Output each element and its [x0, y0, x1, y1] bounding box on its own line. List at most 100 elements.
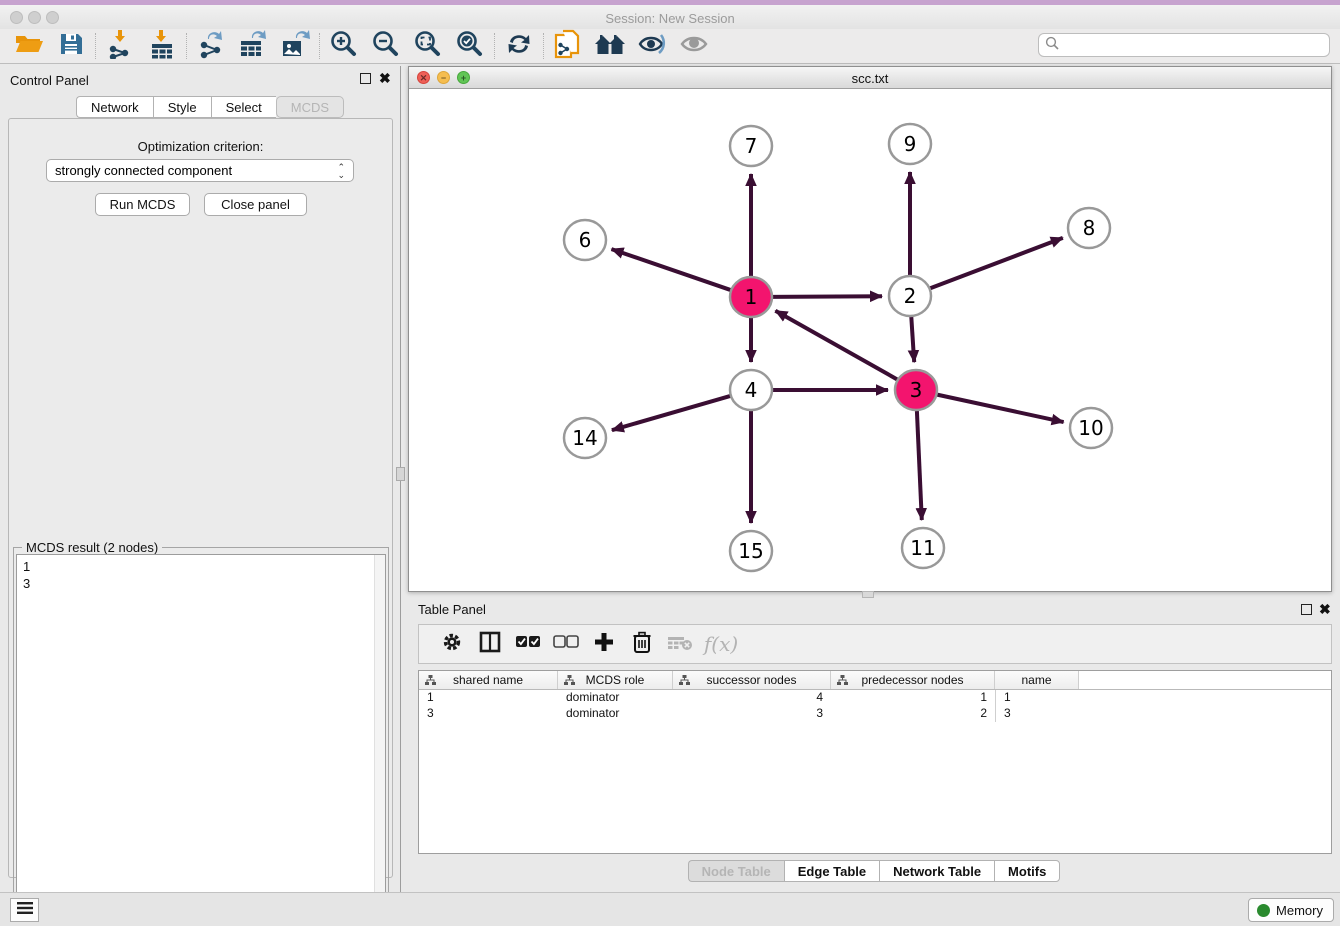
memory-button[interactable]: Memory	[1248, 898, 1334, 922]
zoom-out-icon	[372, 30, 400, 63]
cell-shared-name[interactable]: 3	[419, 706, 558, 722]
task-history-button[interactable]	[10, 898, 39, 922]
graph-node-label-1: 1	[745, 285, 758, 309]
select-all-columns-button[interactable]	[509, 628, 547, 660]
column-header-name[interactable]: name	[995, 671, 1079, 689]
zoom-out-button[interactable]	[365, 30, 407, 62]
column-header-successor-nodes[interactable]: successor nodes	[673, 671, 831, 689]
column-header-shared-name[interactable]: shared name	[419, 671, 558, 689]
node-table[interactable]: shared nameMCDS role successor nodes prede…	[418, 670, 1332, 854]
cell-MCDS-role[interactable]: dominator	[558, 706, 673, 722]
zoom-fit-button[interactable]	[407, 30, 449, 62]
graph-node-label-8: 8	[1083, 216, 1096, 240]
graph-edge-2-3[interactable]	[911, 317, 914, 362]
cell-name[interactable]: 3	[995, 706, 1079, 722]
export-table-button[interactable]	[232, 30, 274, 62]
network-graph-canvas[interactable]: 7968124314101511	[409, 89, 1331, 591]
memory-status-icon	[1257, 904, 1270, 917]
float-table-panel-icon[interactable]	[1301, 604, 1312, 615]
export-image-button[interactable]	[274, 30, 316, 62]
cell-successor-nodes[interactable]: 4	[673, 690, 831, 706]
export-network-button[interactable]	[190, 30, 232, 62]
table-panel-title: Table Panel	[418, 602, 486, 617]
criterion-select[interactable]: strongly connected component ⌃⌄	[46, 159, 354, 182]
zoom-fit-icon	[414, 30, 442, 63]
memory-label: Memory	[1276, 903, 1323, 918]
graph-edge-4-14[interactable]	[612, 396, 731, 430]
import-network-button[interactable]	[99, 30, 141, 62]
save-session-button[interactable]	[50, 30, 92, 62]
graph-edge-3-10[interactable]	[937, 395, 1064, 423]
import-table-icon	[148, 29, 176, 64]
graph-edge-3-1[interactable]	[775, 311, 897, 380]
graph-node-label-14: 14	[572, 426, 597, 450]
zoom-selected-button[interactable]	[449, 30, 491, 62]
graph-edge-2-8[interactable]	[930, 238, 1063, 289]
table-row-0[interactable]: 1dominator411	[419, 690, 1331, 706]
column-header-MCDS-role[interactable]: MCDS role	[558, 671, 673, 689]
open-session-button[interactable]	[8, 30, 50, 62]
clone-network-button[interactable]	[547, 30, 589, 62]
cell-predecessor-nodes[interactable]: 1	[831, 690, 995, 706]
function-builder-button[interactable]: f(x)	[699, 628, 737, 660]
close-table-panel-icon[interactable]: ✖	[1319, 604, 1331, 615]
home-neighbors-button[interactable]	[589, 30, 631, 62]
table-panel: Table Panel ✖	[408, 598, 1340, 892]
close-panel-icon[interactable]: ✖	[379, 73, 391, 84]
refresh-layout-button[interactable]	[498, 30, 540, 62]
tab-mcds[interactable]: MCDS	[276, 96, 344, 118]
show-all-button[interactable]	[673, 30, 715, 62]
vertical-splitter-handle[interactable]	[396, 467, 405, 481]
search-input[interactable]	[1063, 38, 1323, 52]
cell-successor-nodes[interactable]: 3	[673, 706, 831, 722]
horizontal-splitter-handle[interactable]	[862, 591, 874, 598]
result-scrollbar[interactable]	[374, 555, 385, 917]
column-header-predecessor-nodes[interactable]: predecessor nodes	[831, 671, 995, 689]
graph-node-label-6: 6	[579, 228, 592, 252]
criterion-value: strongly connected component	[55, 163, 232, 178]
hide-selected-button[interactable]	[631, 30, 673, 62]
zoom-selected-icon	[456, 30, 484, 63]
tab-style[interactable]: Style	[153, 96, 211, 118]
graph-node-label-15: 15	[738, 539, 763, 563]
zoom-in-button[interactable]	[323, 30, 365, 62]
cell-predecessor-nodes[interactable]: 2	[831, 706, 995, 722]
tab-network[interactable]: Network	[76, 96, 153, 118]
network-window-titlebar[interactable]: ✕ − + scc.txt	[409, 67, 1331, 89]
main-titlebar: Session: New Session	[0, 5, 1340, 29]
search-box[interactable]	[1038, 33, 1330, 57]
delete-table-button[interactable]	[661, 628, 699, 660]
tab-motifs[interactable]: Motifs	[994, 860, 1060, 882]
toolbar-separator	[186, 33, 187, 59]
home-houses-icon	[593, 31, 627, 62]
run-mcds-button[interactable]: Run MCDS	[95, 193, 190, 216]
column-label: successor nodes	[706, 673, 796, 687]
network-window-title: scc.txt	[409, 71, 1331, 86]
export-image-icon	[280, 29, 310, 64]
deselect-all-columns-button[interactable]	[547, 628, 585, 660]
graph-edge-3-11[interactable]	[917, 411, 922, 520]
graph-node-label-9: 9	[904, 132, 917, 156]
tab-select[interactable]: Select	[211, 96, 276, 118]
graph-edge-1-6[interactable]	[612, 249, 732, 290]
tab-node-table[interactable]: Node Table	[688, 860, 784, 882]
cell-name[interactable]: 1	[995, 690, 1079, 706]
show-column-panel-button[interactable]	[471, 628, 509, 660]
graph-edge-1-2[interactable]	[772, 296, 882, 297]
import-table-button[interactable]	[141, 30, 183, 62]
close-panel-button[interactable]: Close panel	[204, 193, 307, 216]
cell-MCDS-role[interactable]: dominator	[558, 690, 673, 706]
table-row-1[interactable]: 3dominator323	[419, 706, 1331, 722]
cell-shared-name[interactable]: 1	[419, 690, 558, 706]
add-column-button[interactable]	[585, 628, 623, 660]
search-icon	[1045, 36, 1059, 55]
float-panel-icon[interactable]	[360, 73, 371, 84]
table-settings-button[interactable]	[433, 628, 471, 660]
save-icon	[58, 32, 84, 61]
control-panel-tabs: Network Style Select MCDS	[76, 96, 344, 118]
mcds-panel: Optimization criterion: strongly connect…	[8, 118, 393, 878]
tab-edge-table[interactable]: Edge Table	[784, 860, 879, 882]
tab-network-table[interactable]: Network Table	[879, 860, 994, 882]
mcds-result-text[interactable]: 1 3	[16, 554, 386, 918]
delete-column-button[interactable]	[623, 628, 661, 660]
